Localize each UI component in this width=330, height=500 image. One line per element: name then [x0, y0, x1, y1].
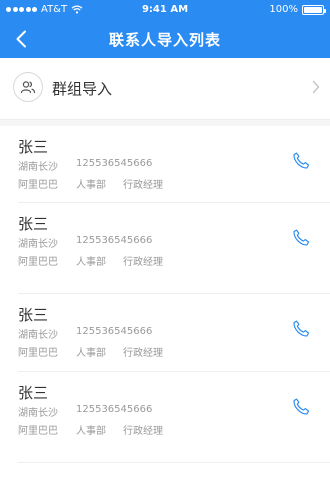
contact-company: 阿里巴巴: [18, 348, 58, 359]
contact-phone: 125536545666: [76, 158, 153, 169]
phone-icon: [293, 398, 310, 415]
contact-phone: 125536545666: [76, 326, 153, 337]
chevron-right-icon: [312, 80, 320, 94]
contact-item: 张三 湖南长沙 125536545666 阿里巴巴 人事部 行政经理: [0, 372, 330, 448]
phone-icon: [293, 229, 310, 246]
contact-phone: 125536545666: [76, 404, 153, 415]
contact-company: 阿里巴巴: [18, 426, 58, 437]
contact-item: 张三 湖南长沙 125536545666 阿里巴巴 人事部 行政经理: [0, 294, 330, 370]
status-bar: AT&T 9:41 AM 100%: [0, 0, 330, 20]
contact-phone: 125536545666: [76, 235, 153, 246]
contact-name: 张三: [18, 384, 49, 402]
contact-city: 湖南长沙: [18, 239, 58, 250]
contact-position: 行政经理: [123, 348, 163, 359]
contact-department: 人事部: [76, 426, 106, 437]
app-header: AT&T 9:41 AM 100% 联系人导入列表: [0, 0, 330, 58]
contact-city: 湖南长沙: [18, 162, 58, 173]
contact-department: 人事部: [76, 348, 106, 359]
app-screen: AT&T 9:41 AM 100% 联系人导入列表 群组导入 张三 湖南长沙 1…: [0, 0, 330, 500]
call-button[interactable]: [288, 225, 314, 251]
call-button[interactable]: [288, 394, 314, 420]
contact-name: 张三: [18, 306, 49, 324]
contact-position: 行政经理: [123, 180, 163, 191]
group-import-row[interactable]: 群组导入: [0, 58, 330, 120]
contact-company: 阿里巴巴: [18, 180, 58, 191]
contact-name: 张三: [18, 215, 49, 233]
contact-position: 行政经理: [123, 426, 163, 437]
contact-name: 张三: [18, 138, 49, 156]
contact-item: 张三 湖南长沙 125536545666 阿里巴巴 人事部 行政经理: [0, 203, 330, 279]
contact-item: 张三 湖南长沙 125536545666 阿里巴巴 人事部 行政经理: [0, 126, 330, 202]
group-import-label: 群组导入: [52, 80, 113, 98]
phone-icon: [293, 320, 310, 337]
contact-department: 人事部: [76, 180, 106, 191]
contact-position: 行政经理: [123, 257, 163, 268]
contact-city: 湖南长沙: [18, 330, 58, 341]
phone-icon: [293, 152, 310, 169]
call-button[interactable]: [288, 316, 314, 342]
status-right: 100%: [269, 4, 326, 15]
divider: [18, 462, 330, 463]
contact-department: 人事部: [76, 257, 106, 268]
contact-company: 阿里巴巴: [18, 257, 58, 268]
call-button[interactable]: [288, 148, 314, 174]
nav-bar: 联系人导入列表: [0, 20, 330, 58]
contact-city: 湖南长沙: [18, 408, 58, 419]
battery-percent: 100%: [269, 4, 298, 15]
battery-icon: [302, 4, 326, 15]
page-title: 联系人导入列表: [108, 31, 221, 49]
group-icon: [13, 72, 43, 102]
